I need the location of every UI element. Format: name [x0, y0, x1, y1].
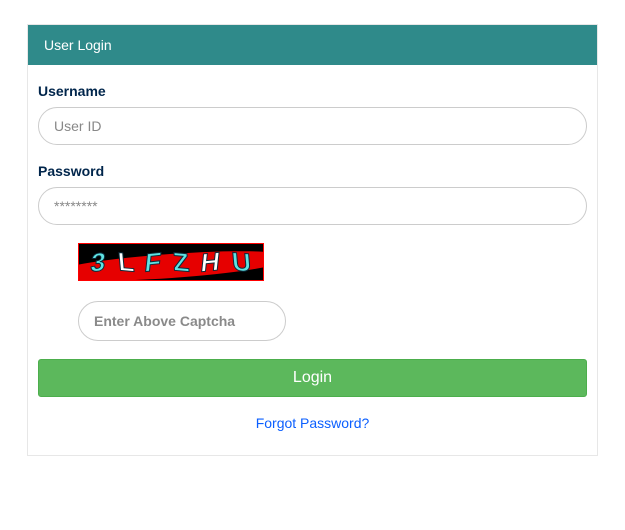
- panel-title: User Login: [28, 25, 597, 65]
- captcha-region: 3 L F Z H U: [78, 243, 587, 341]
- captcha-char: H: [200, 248, 222, 276]
- captcha-char: 3: [90, 248, 107, 275]
- panel-body: Username Password 3 L F Z H U Login: [28, 65, 597, 455]
- username-group: Username: [38, 83, 587, 145]
- captcha-char: U: [231, 248, 252, 276]
- username-label: Username: [38, 83, 587, 99]
- captcha-char: Z: [172, 248, 190, 275]
- captcha-input[interactable]: [78, 301, 286, 341]
- captcha-image: 3 L F Z H U: [78, 243, 264, 281]
- login-button[interactable]: Login: [38, 359, 587, 397]
- username-input[interactable]: [38, 107, 587, 145]
- password-group: Password: [38, 163, 587, 225]
- captcha-char: L: [116, 248, 134, 275]
- forgot-password-link[interactable]: Forgot Password?: [256, 415, 370, 431]
- password-input[interactable]: [38, 187, 587, 225]
- captcha-letters: 3 L F Z H U: [79, 244, 263, 280]
- login-panel: User Login Username Password 3 L F Z H U: [27, 24, 598, 456]
- forgot-password-container: Forgot Password?: [38, 415, 587, 433]
- password-label: Password: [38, 163, 587, 179]
- captcha-char: F: [144, 248, 163, 276]
